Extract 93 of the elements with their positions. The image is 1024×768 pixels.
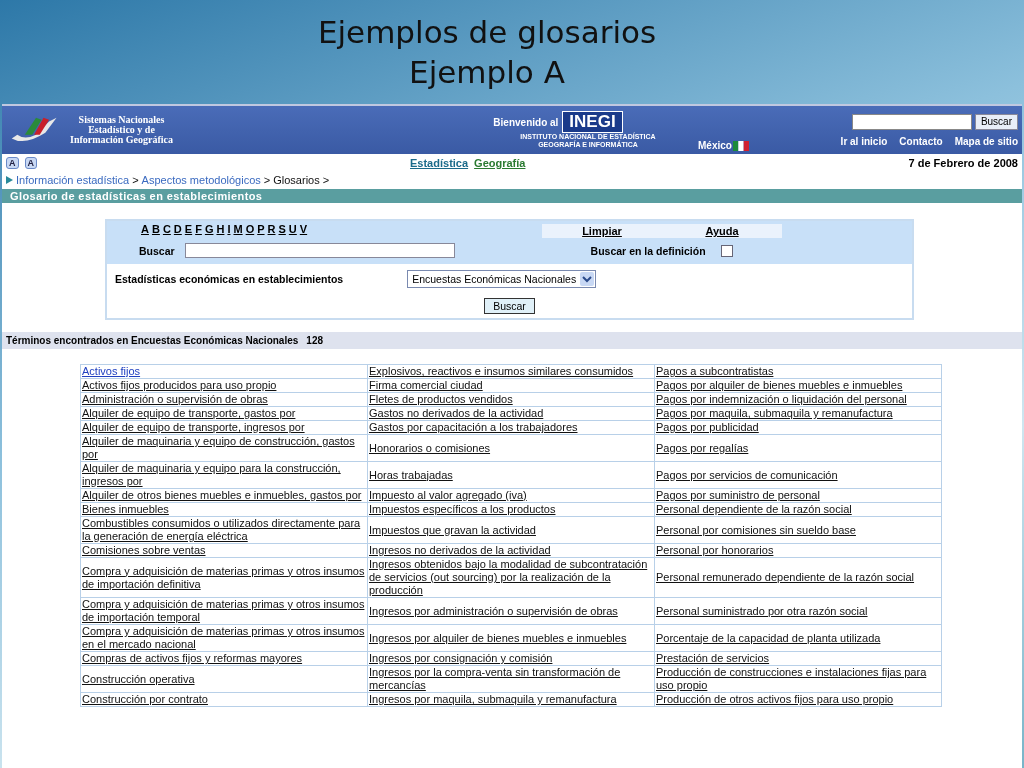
category-dropdown[interactable]: Encuestas Económicas Nacionales <box>407 270 597 288</box>
glossary-term-link[interactable]: Personal por honorarios <box>656 544 940 557</box>
inegi-logo: INEGI <box>562 111 623 133</box>
glossary-term-link[interactable]: Bienes inmuebles <box>82 503 366 516</box>
glossary-term-link[interactable]: Activos fijos <box>82 365 366 378</box>
definition-label: Buscar en la definición <box>590 244 706 257</box>
letter-link[interactable]: M <box>233 223 243 238</box>
letter-link[interactable]: G <box>204 223 214 238</box>
letter-link[interactable]: E <box>184 223 193 238</box>
letter-link[interactable]: O <box>245 223 255 238</box>
font-size-button[interactable]: A <box>24 157 37 169</box>
glossary-term-link[interactable]: Gastos por capacitación a los trabajadores <box>369 421 653 434</box>
letter-link[interactable]: B <box>151 223 160 238</box>
search-button[interactable]: Buscar <box>974 113 1018 130</box>
system-name-text: Información Geográfica <box>70 135 174 145</box>
action-link[interactable]: Ayuda <box>662 224 782 238</box>
letter-link[interactable]: V <box>299 223 308 238</box>
nav-link[interactable]: Geografía <box>474 157 526 169</box>
glossary-term-link[interactable]: Pagos por indemnización o liquidación del personal <box>656 393 940 406</box>
slide-title: Ejemplos de glosarios <box>317 13 657 52</box>
glossary-term-link[interactable]: Alquiler de equipo de transporte, gastos por <box>82 407 366 420</box>
glossary-term-link[interactable]: Ingresos por consignación y comisión <box>369 652 653 665</box>
country-text: México <box>698 140 732 151</box>
glossary-term-link[interactable]: Alquiler de maquinaria y equipo para la construcción, ingresos por <box>82 462 366 488</box>
header-link[interactable]: Mapa de sitio <box>954 135 1018 147</box>
search-label: Buscar <box>139 244 175 257</box>
date-text: 7 de Febrero de 2008 <box>908 157 1018 169</box>
glossary-term-link[interactable]: Ingresos no derivados de la actividad <box>369 544 653 557</box>
glossary-term-link[interactable]: Personal dependiente de la razón social <box>656 503 940 516</box>
glossary-term-link[interactable]: Administración o supervisión de obras <box>82 393 366 406</box>
breadcrumb-separator: > <box>132 173 139 186</box>
letter-link[interactable]: I <box>227 223 231 238</box>
glossary-term-link[interactable]: Producción de otros activos fijos para uso propio <box>656 693 940 706</box>
glossary-term-link[interactable]: Alquiler de otros bienes muebles e inmuebles, gastos por <box>82 489 366 502</box>
search-field[interactable] <box>184 243 455 258</box>
glossary-term-link[interactable]: Compra y adquisición de materias primas y otros insumos en el mercado nacional <box>82 625 366 651</box>
glossary-term-link[interactable]: Compra y adquisición de materias primas y otros insumos de importación temporal <box>82 598 366 624</box>
system-name-text: Estadístico y de <box>87 125 155 135</box>
glossary-term-link[interactable]: Pagos por maquila, submaquila y remanufactura <box>656 407 940 420</box>
breadcrumb-separator: > <box>263 173 271 186</box>
glossary-term-link[interactable]: Gastos no derivados de la actividad <box>369 407 653 420</box>
category-label: Estadísticas económicas en establecimientos <box>115 273 344 285</box>
results-count: 128 <box>306 335 323 346</box>
glossary-term-link[interactable]: Activos fijos producidos para uso propio <box>82 379 366 392</box>
chevron-down-icon <box>580 272 595 286</box>
letter-link[interactable]: U <box>288 223 297 238</box>
glossary-term-link[interactable]: Prestación de servicios <box>656 652 940 665</box>
glossary-term-link[interactable]: Producción de construcciones e instalaciones fijas para uso propio <box>656 666 940 692</box>
section-title: Glosario de estadísticas en establecimientos <box>2 187 1022 203</box>
flag-icon <box>732 141 749 151</box>
search-field[interactable] <box>851 113 972 130</box>
nav-link[interactable]: Estadística <box>410 157 469 169</box>
glossary-term-link[interactable]: Combustibles consumidos o utilizados directamente para la generación de energía eléctrica <box>82 517 366 543</box>
slide-title: Ejemplo A <box>409 53 565 92</box>
action-link[interactable]: Limpiar <box>542 224 662 238</box>
glossary-term-link[interactable]: Ingresos por maquila, submaquila y remanufactura <box>369 693 653 706</box>
welcome-text: Bienvenido al <box>493 116 559 128</box>
glossary-term-link[interactable]: Alquiler de equipo de transporte, ingresos por <box>82 421 366 434</box>
system-name-text: Sistemas Nacionales <box>77 115 166 125</box>
search-submit-button[interactable]: Buscar <box>484 298 535 314</box>
header-link[interactable]: Contacto <box>899 135 943 147</box>
breadcrumb-link[interactable]: Información estadística <box>16 173 130 186</box>
glossary-term-link[interactable]: Impuesto al valor agregado (iva) <box>369 489 653 502</box>
glossary-term-link[interactable]: Comisiones sobre ventas <box>82 544 366 557</box>
glossary-term-link[interactable]: Construcción por contrato <box>82 693 366 706</box>
glossary-term-link[interactable]: Firma comercial ciudad <box>369 379 653 392</box>
glossary-term-link[interactable]: Pagos por publicidad <box>656 421 940 434</box>
glossary-term-link[interactable]: Ingresos obtenidos bajo la modalidad de subcontratación de servicios (out sourcing) por la realización de la producción <box>369 558 653 597</box>
letter-link[interactable]: S <box>278 223 286 238</box>
glossary-term-link[interactable]: Alquiler de maquinaria y equipo de construcción, gastos por <box>82 435 366 461</box>
glossary-term-link[interactable]: Pagos a subcontratistas <box>656 365 940 378</box>
glossary-term-link[interactable]: Ingresos por la compra-venta sin transformación de mercancías <box>369 666 653 692</box>
letter-link[interactable]: D <box>173 223 182 238</box>
glossary-term-link[interactable]: Pagos por alquiler de bienes muebles e inmuebles <box>656 379 940 392</box>
letter-link[interactable]: C <box>162 223 171 238</box>
letter-link[interactable]: R <box>267 223 276 238</box>
letter-link[interactable]: H <box>216 223 225 238</box>
header-link[interactable]: Ir al inicio <box>840 135 888 147</box>
glossary-term-link[interactable]: Compras de activos fijos y reformas mayores <box>82 652 366 665</box>
breadcrumb-link[interactable]: Glosarios <box>273 173 320 186</box>
breadcrumb-link[interactable]: Aspectos metodológicos <box>141 173 261 186</box>
glossary-term-link[interactable]: Impuestos específicos a los productos <box>369 503 653 516</box>
letter-link[interactable]: F <box>195 223 202 238</box>
font-size-button[interactable]: A <box>6 157 19 169</box>
glossary-term-link[interactable]: Fletes de productos vendidos <box>369 393 653 406</box>
glossary-term-link[interactable]: Pagos por suministro de personal <box>656 489 940 502</box>
definition-checkbox[interactable] <box>720 244 733 257</box>
letter-link[interactable]: A <box>141 223 149 238</box>
breadcrumb-separator: > <box>322 173 330 186</box>
glossary-term-link[interactable]: Explosivos, reactivos e insumos similares consumidos <box>369 365 653 378</box>
letter-link[interactable]: P <box>257 223 265 238</box>
triangle-icon <box>6 175 13 184</box>
results-label: Términos encontrados en Encuestas Económicas Nacionales <box>6 335 299 346</box>
